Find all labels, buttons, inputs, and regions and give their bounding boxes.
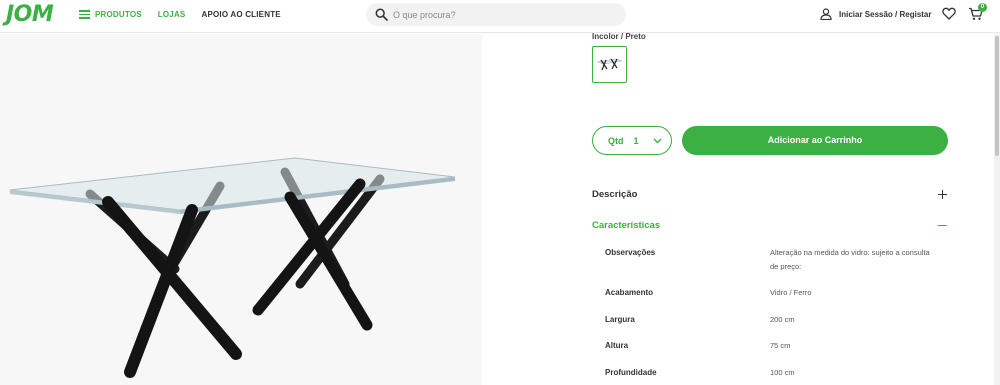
spec-value-largura: 200 cm: [770, 315, 795, 324]
search-input[interactable]: [393, 7, 618, 22]
search-icon[interactable]: [375, 8, 388, 21]
spec-value-altura: 75 cm: [770, 341, 791, 350]
login-register-link[interactable]: Iniciar Sessão / Registar: [820, 8, 932, 20]
top-header: JOM PRODUTOS LOJAS APOIO AO CLIENTE Inic…: [0, 0, 1000, 33]
nav-produtos[interactable]: PRODUTOS: [79, 10, 142, 19]
nav-apoio-cliente[interactable]: APOIO AO CLIENTE: [201, 10, 280, 19]
swatch-thumbnail: [596, 58, 623, 71]
spec-label-observacoes: Observações: [605, 248, 656, 257]
nav-lojas[interactable]: LOJAS: [158, 10, 186, 19]
hamburger-menu-icon: [79, 10, 90, 19]
product-image[interactable]: [0, 34, 482, 385]
accordion-description-title[interactable]: Descrição: [592, 189, 637, 200]
color-swatch[interactable]: [592, 46, 627, 83]
spec-label-altura: Altura: [605, 341, 629, 350]
quantity-value: 1: [633, 135, 639, 146]
user-icon: [820, 8, 832, 20]
spec-label-profundidade: Profundidade: [605, 368, 657, 377]
chevron-down-icon: [653, 138, 662, 143]
glass-table-image: [9, 157, 456, 378]
wishlist-heart-icon[interactable]: [942, 7, 956, 20]
scrollbar-thumb[interactable]: [995, 36, 999, 156]
spec-label-acabamento: Acabamento: [605, 288, 654, 297]
main-nav: PRODUTOS LOJAS APOIO AO CLIENTE: [79, 10, 297, 19]
plus-icon[interactable]: [938, 190, 947, 199]
cart-count-badge: 0: [978, 3, 987, 12]
add-to-cart-button[interactable]: Adicionar ao Carrinho: [682, 126, 948, 155]
spec-label-largura: Largura: [605, 315, 635, 324]
color-option-label: Incolor / Preto: [592, 32, 646, 41]
nav-produtos-label: PRODUTOS: [95, 10, 142, 19]
nav-apoio-label: APOIO AO CLIENTE: [201, 10, 281, 19]
quantity-label: Qtd: [608, 135, 624, 146]
nav-lojas-label: LOJAS: [157, 10, 186, 19]
accordion-characteristics-title[interactable]: Características: [592, 220, 660, 231]
spec-value-observacoes: Alteração na medida do vidro: sujeito a …: [770, 248, 930, 271]
spec-value-acabamento: Vidro / Ferro: [770, 288, 812, 297]
login-register-label: Iniciar Sessão / Registar: [839, 9, 932, 19]
minus-icon[interactable]: [938, 221, 947, 230]
spec-value-profundidade: 100 cm: [770, 368, 795, 377]
brand-logo[interactable]: JOM: [6, 2, 54, 27]
quantity-selector[interactable]: Qtd 1: [592, 126, 672, 155]
search-bar: [366, 3, 626, 26]
